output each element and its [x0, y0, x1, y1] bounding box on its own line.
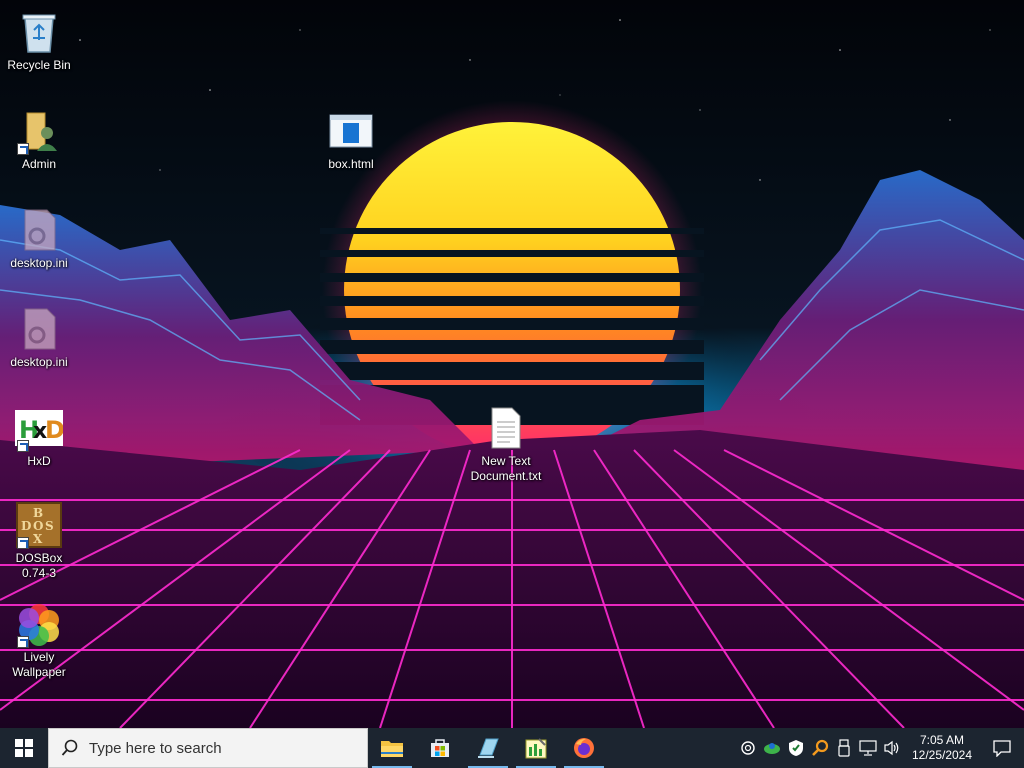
shortcut-arrow-icon	[17, 636, 29, 648]
shortcut-arrow-icon	[17, 143, 29, 155]
svg-text:D: D	[21, 519, 31, 533]
desktop-icon-label: Recycle Bin	[7, 58, 71, 72]
desktop-icon-recycle-bin[interactable]: Recycle Bin	[1, 8, 77, 73]
search-placeholder: Type here to search	[89, 739, 222, 757]
tray-security[interactable]	[784, 728, 808, 768]
desktop[interactable]: Recycle Bin Admin box.html desktop.ini d…	[0, 0, 1024, 728]
synthwave-wallpaper	[0, 0, 1024, 728]
desktop-icon-hxd[interactable]: H x D HxD	[1, 404, 77, 469]
search-tool-icon	[812, 739, 829, 756]
svg-text:X: X	[33, 532, 43, 546]
svg-text:S: S	[45, 519, 54, 533]
settings-file-icon	[15, 305, 63, 353]
desktop-icon-box-html[interactable]: box.html	[313, 107, 389, 172]
store-icon	[431, 739, 449, 757]
system-tray: 7:05 AM 12/25/2024	[736, 728, 1024, 768]
settings-file-icon	[15, 206, 63, 254]
clock-time: 7:05 AM	[919, 733, 965, 747]
taskbar-app-firefox[interactable]	[560, 728, 608, 768]
tray-network[interactable]	[856, 728, 880, 768]
network-status-icon	[741, 741, 755, 755]
shortcut-arrow-icon	[17, 537, 29, 549]
shortcut-arrow-icon	[17, 440, 29, 452]
taskbar-clock[interactable]: 7:05 AM 12/25/2024	[904, 733, 980, 763]
svg-text:O: O	[33, 519, 43, 533]
volume-icon	[884, 740, 899, 756]
notification-icon	[993, 740, 1011, 757]
desktop-icon-label: New Text Document.txt	[470, 454, 542, 483]
desktop-icon-new-text-document[interactable]: New Text Document.txt	[468, 404, 544, 484]
svg-text:B: B	[33, 506, 43, 520]
desktop-icon-desktop-ini-1[interactable]: desktop.ini	[1, 206, 77, 271]
desktop-icon-label: desktop.ini	[10, 256, 68, 270]
network-icon	[859, 740, 877, 756]
tray-network-status[interactable]	[736, 728, 760, 768]
desktop-icon-label: HxD	[27, 454, 51, 468]
desktop-icon-label: box.html	[328, 157, 374, 171]
taskbar-search-box[interactable]: Type here to search	[48, 728, 368, 768]
search-icon	[61, 739, 78, 756]
taskbar-app-file-explorer[interactable]	[368, 728, 416, 768]
dosbox-app-icon: B D O S X	[15, 501, 63, 549]
hxd-app-icon: H x D	[15, 404, 63, 452]
desktop-icon-lively-wallpaper[interactable]: Lively Wallpaper	[1, 600, 77, 680]
lively-wallpaper-icon	[15, 600, 63, 648]
taskbar-app-editor[interactable]	[464, 728, 512, 768]
taskbar-app-store[interactable]	[416, 728, 464, 768]
desktop-icon-dosbox[interactable]: B D O S X DOSBox 0.74-3	[1, 501, 77, 581]
windows-logo-icon	[15, 739, 33, 757]
start-button[interactable]	[0, 728, 48, 768]
tray-green-app[interactable]	[760, 728, 784, 768]
editor-icon	[478, 738, 499, 758]
taskbar-app-chart[interactable]	[512, 728, 560, 768]
desktop-icon-label: desktop.ini	[10, 355, 68, 369]
desktop-icon-label: Admin	[21, 157, 56, 171]
chart-app-icon	[525, 738, 547, 759]
tray-usb[interactable]	[832, 728, 856, 768]
recycle-bin-icon	[15, 8, 63, 56]
desktop-icon-admin[interactable]: Admin	[1, 107, 77, 172]
svg-text:D: D	[45, 416, 63, 444]
desktop-icon-label: DOSBox 0.74-3	[15, 551, 63, 580]
tray-volume[interactable]	[880, 728, 904, 768]
action-center-button[interactable]	[980, 728, 1024, 768]
green-app-icon	[764, 743, 780, 754]
security-shield-icon	[789, 740, 803, 756]
taskbar: Type here to search 7:05 AM 12/25/2024	[0, 728, 1024, 768]
user-folder-icon	[15, 107, 63, 155]
tray-search-tool[interactable]	[808, 728, 832, 768]
html-file-icon	[327, 107, 375, 155]
usb-icon	[838, 739, 850, 757]
file-explorer-icon	[381, 741, 403, 757]
desktop-icon-label: Lively Wallpaper	[12, 650, 66, 679]
desktop-icon-desktop-ini-2[interactable]: desktop.ini	[1, 305, 77, 370]
firefox-icon	[574, 738, 594, 758]
clock-date: 12/25/2024	[911, 748, 973, 762]
text-file-icon	[482, 404, 530, 452]
